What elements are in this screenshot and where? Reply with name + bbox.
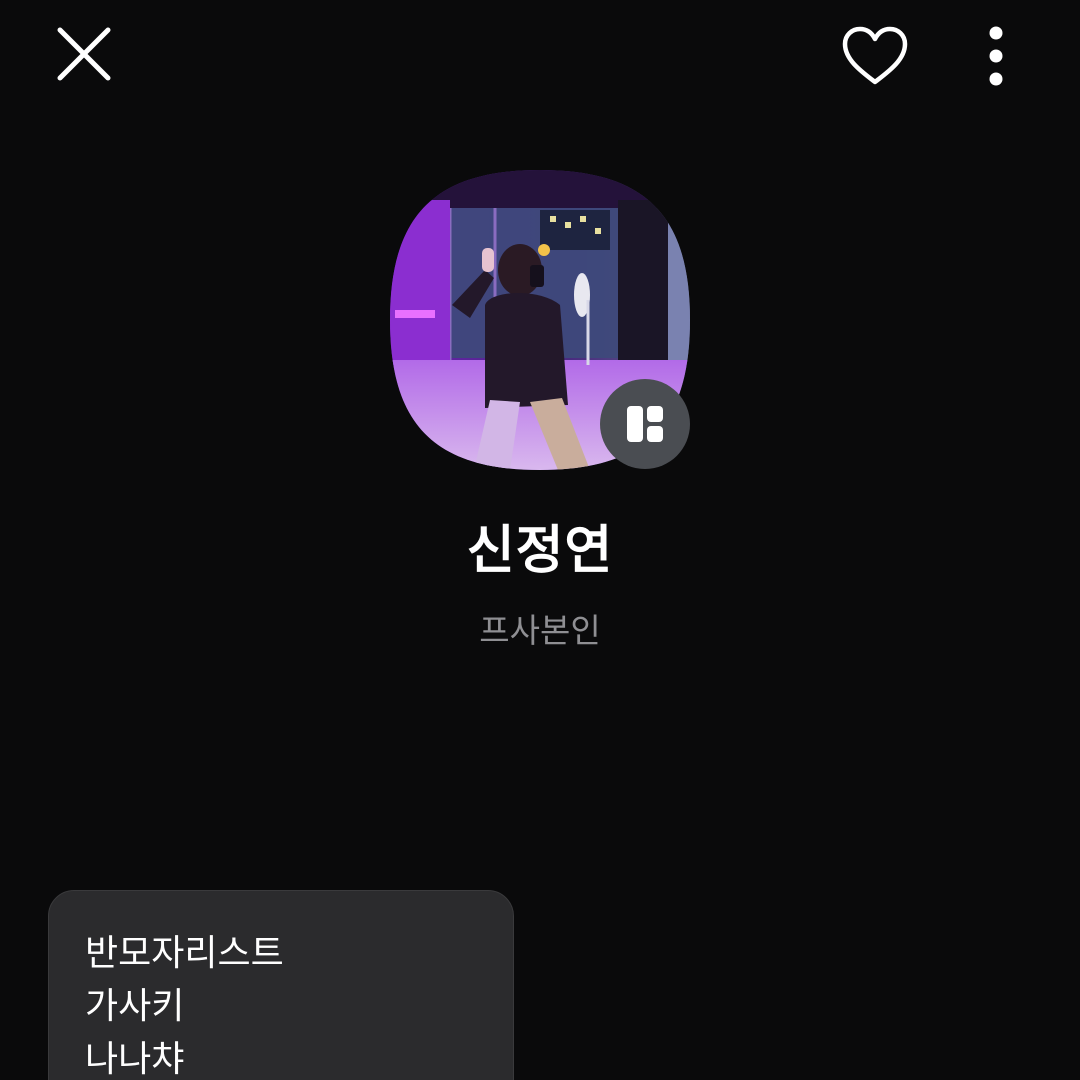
memo-line: 나나챠 [85, 1039, 185, 1080]
close-icon [57, 27, 111, 81]
heart-outline-icon [842, 26, 908, 85]
memo-line: 가사키 [85, 986, 185, 1027]
more-vertical-icon [989, 26, 1003, 86]
like-button[interactable] [830, 16, 920, 96]
close-button[interactable] [44, 14, 124, 94]
profile-name: 신정연 [466, 521, 614, 581]
avatar-badge-button[interactable] [600, 379, 690, 469]
profile-memo-card[interactable]: 반모자리스트 가사키 나나챠 [48, 890, 514, 1080]
profile-avatar-container [390, 170, 690, 470]
layout-grid-icon [627, 406, 663, 442]
more-options-button[interactable] [962, 14, 1030, 98]
memo-line: 반모자리스트 [85, 933, 284, 974]
status-message: 프사본인 [479, 611, 601, 650]
